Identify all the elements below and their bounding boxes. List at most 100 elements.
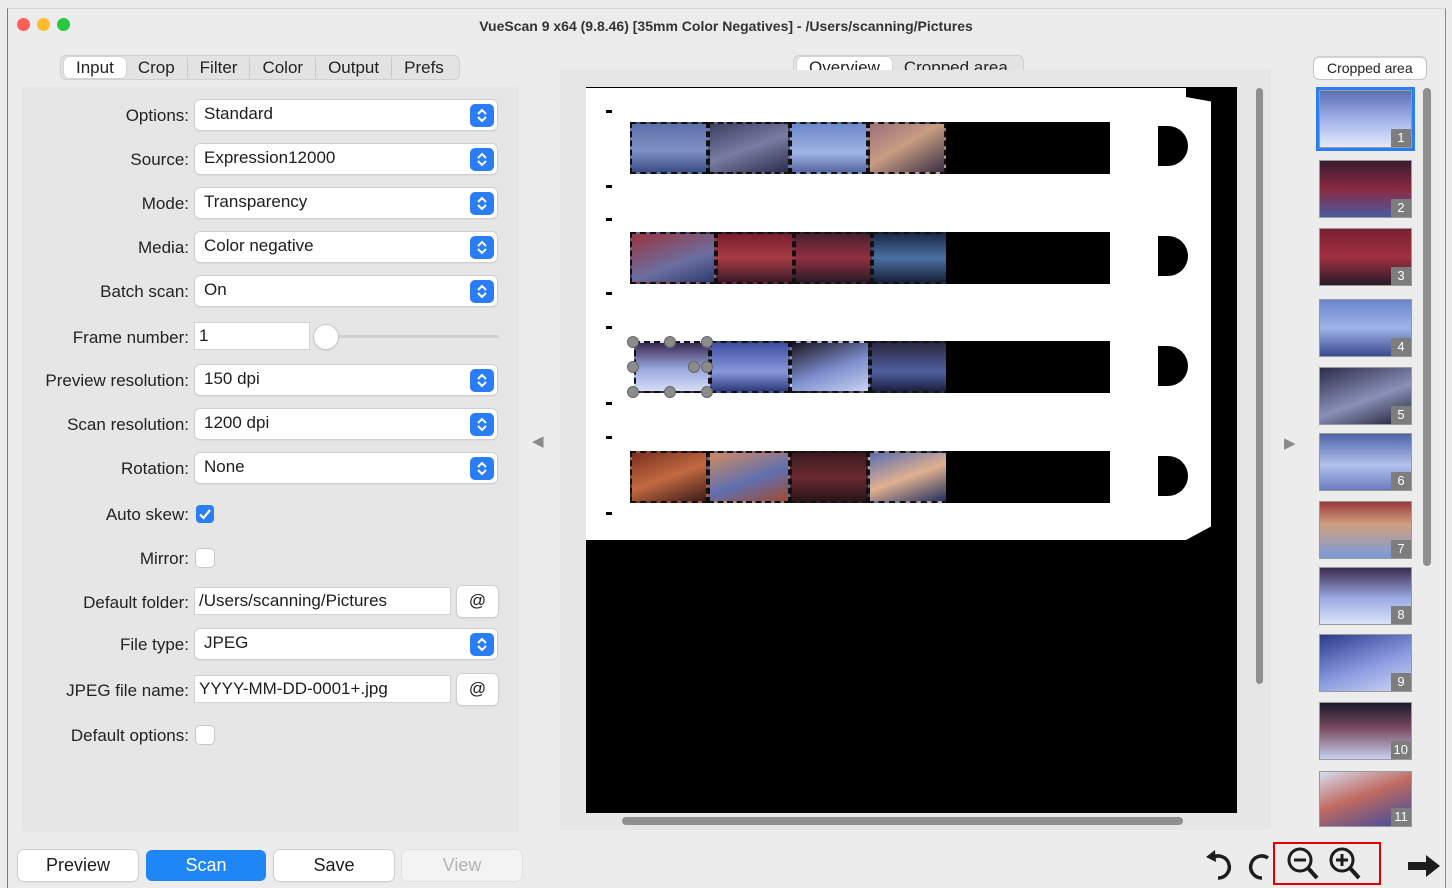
source-select[interactable]: Expression12000 (195, 144, 497, 174)
thumbnail-scrollbar[interactable] (1423, 88, 1431, 566)
thumbnail[interactable]: 10 (1319, 702, 1412, 760)
window-title: VueScan 9 x64 (9.8.46) [35mm Color Negat… (479, 18, 973, 34)
film-frame[interactable] (790, 451, 868, 503)
options-select[interactable]: Standard (195, 100, 497, 130)
file-type-select[interactable]: JPEG (195, 629, 497, 659)
film-frame[interactable] (868, 451, 948, 503)
view-button[interactable]: View (402, 850, 522, 881)
film-frame[interactable] (870, 341, 950, 393)
crop-handle[interactable] (627, 386, 639, 398)
film-frame[interactable] (872, 232, 952, 284)
tab-prefs[interactable]: Prefs (392, 57, 456, 78)
default-folder-row: Default folder: /Users/scanning/Pictures… (22, 586, 519, 617)
film-frame[interactable] (790, 122, 868, 174)
crop-handle[interactable] (701, 361, 713, 373)
thumbnail[interactable]: 8 (1319, 567, 1412, 625)
film-frame[interactable] (710, 341, 790, 393)
frame-number-slider-knob[interactable] (314, 325, 338, 349)
film-sprocket-marks (606, 100, 612, 530)
film-frame[interactable] (794, 232, 872, 284)
thumbnail[interactable]: 4 (1319, 299, 1412, 357)
rotate-left-icon[interactable] (1204, 845, 1238, 885)
film-unexposed (946, 341, 1110, 393)
preview-resolution-select[interactable]: 150 dpi (195, 365, 497, 395)
batch-scan-select[interactable]: On (195, 276, 497, 306)
collapse-right-arrow-icon[interactable]: ▶ (1284, 434, 1296, 452)
thumbnail[interactable]: 9 (1319, 634, 1412, 692)
film-frame[interactable] (716, 232, 794, 284)
media-value: Color negative (204, 236, 314, 255)
collapse-left-arrow-icon[interactable]: ◀ (532, 432, 544, 450)
default-folder-input[interactable]: /Users/scanning/Pictures (195, 588, 450, 614)
zoom-out-icon[interactable] (1285, 845, 1321, 883)
jpeg-file-name-at-button[interactable]: @ (457, 674, 498, 705)
source-label: Source: (130, 150, 189, 169)
minimize-window-button[interactable] (37, 18, 50, 31)
frame-number-slider-track[interactable] (317, 335, 499, 338)
crop-handle[interactable] (701, 336, 713, 348)
thumbnail[interactable]: 3 (1319, 228, 1412, 286)
crop-handle[interactable] (701, 386, 713, 398)
preview-horizontal-scrollbar[interactable] (586, 815, 1237, 827)
film-frame[interactable] (868, 122, 946, 174)
mirror-row: Mirror: (22, 543, 519, 573)
mode-select[interactable]: Transparency (195, 188, 497, 218)
scan-button[interactable]: Scan (146, 850, 266, 881)
tab-cropped-area-thumbs[interactable]: Cropped area (1314, 57, 1426, 79)
crop-handle[interactable] (664, 386, 676, 398)
crop-handle[interactable] (627, 336, 639, 348)
film-frame[interactable] (630, 232, 716, 284)
thumbnail[interactable]: 6 (1319, 433, 1412, 491)
thumbnail[interactable]: 5 (1319, 367, 1412, 425)
jpeg-file-name-label: JPEG file name: (66, 681, 189, 700)
film-frame[interactable] (708, 122, 790, 174)
zoom-window-button[interactable] (57, 18, 70, 31)
rotation-label: Rotation: (120, 459, 189, 478)
mode-label: Mode: (141, 194, 189, 213)
batch-scan-row: Batch scan: On (22, 276, 519, 306)
scan-resolution-select[interactable]: 1200 dpi (195, 409, 497, 439)
film-frame[interactable] (630, 451, 708, 503)
rotation-select[interactable]: None (195, 453, 497, 483)
film-frame[interactable] (630, 122, 708, 174)
file-type-row: File type: JPEG (22, 629, 519, 659)
film-frame[interactable] (708, 451, 790, 503)
batch-scan-label: Batch scan: (100, 282, 189, 301)
scan-resolution-row: Scan resolution: 1200 dpi (22, 409, 519, 439)
jpeg-file-name-input[interactable]: YYYY-MM-DD-0001+.jpg (195, 676, 450, 702)
file-type-value: JPEG (204, 633, 249, 652)
mirror-label: Mirror: (139, 549, 189, 568)
thumbnail[interactable]: 7 (1319, 501, 1412, 559)
thumbnail[interactable]: 2 (1319, 160, 1412, 218)
crop-handle[interactable] (688, 361, 700, 373)
crop-handle[interactable] (664, 336, 676, 348)
film-unexposed (946, 122, 1110, 174)
close-window-button[interactable] (17, 18, 30, 31)
frame-number-input[interactable]: 1 (195, 323, 309, 349)
tab-input[interactable]: Input (64, 57, 126, 78)
tab-crop[interactable]: Crop (126, 57, 188, 78)
default-folder-at-button[interactable]: @ (457, 586, 498, 617)
rotate-right-icon[interactable] (1248, 845, 1274, 885)
auto-skew-checkbox[interactable] (196, 505, 214, 523)
preview-button[interactable]: Preview (18, 850, 138, 881)
tab-filter[interactable]: Filter (188, 57, 251, 78)
preview-vertical-scrollbar[interactable] (1253, 88, 1265, 684)
jpeg-file-name-row: JPEG file name: YYYY-MM-DD-0001+.jpg @ (22, 674, 519, 705)
film-frame[interactable] (790, 341, 870, 393)
tab-color[interactable]: Color (250, 57, 317, 78)
thumbnail[interactable]: 1 (1316, 87, 1415, 151)
crop-handle[interactable] (627, 361, 639, 373)
save-button[interactable]: Save (274, 850, 394, 881)
thumbnail[interactable]: 11 (1319, 771, 1412, 827)
media-select[interactable]: Color negative (195, 232, 497, 262)
mode-value: Transparency (204, 192, 308, 211)
settings-panel: Options: Standard Source: Expression1200… (22, 87, 519, 832)
default-options-checkbox[interactable] (196, 726, 214, 744)
zoom-in-icon[interactable] (1327, 845, 1363, 883)
source-row: Source: Expression12000 (22, 144, 519, 174)
mirror-checkbox[interactable] (196, 549, 214, 567)
arrow-right-icon[interactable] (1406, 852, 1442, 880)
tab-output[interactable]: Output (316, 57, 393, 78)
film-unexposed (946, 451, 1110, 503)
